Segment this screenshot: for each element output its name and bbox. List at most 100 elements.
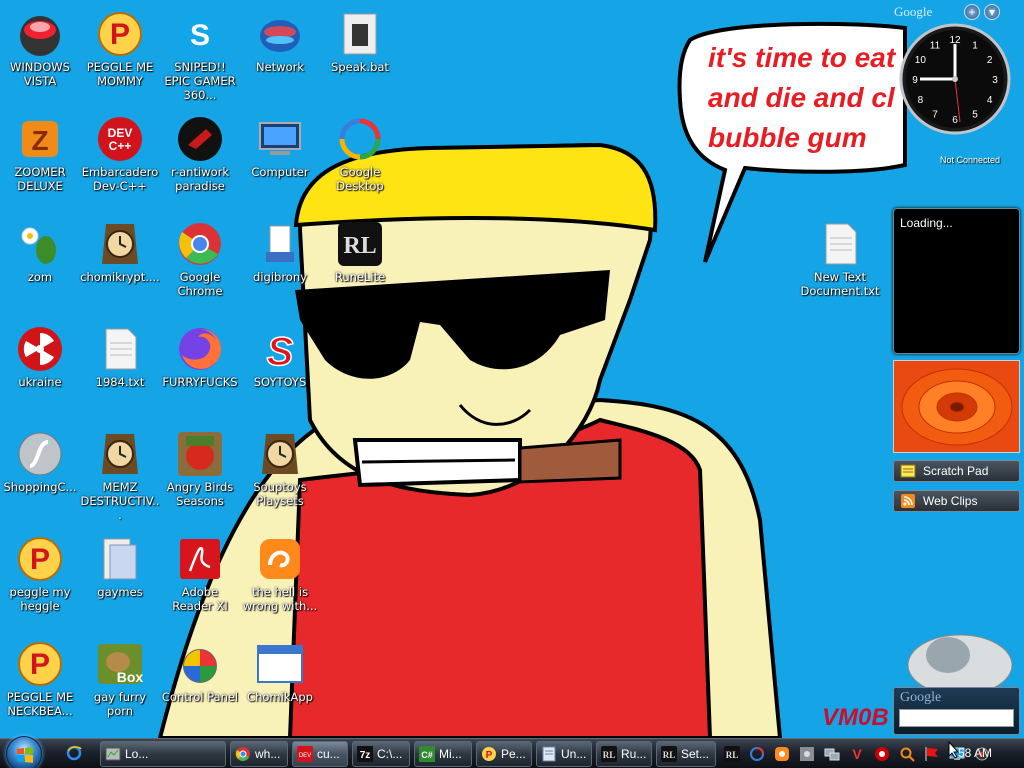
desktop-icon-new-text-document[interactable]: New Text Document.txt bbox=[800, 220, 880, 298]
desktop-icon-label: Speak.bat bbox=[331, 60, 389, 74]
svg-text:7z: 7z bbox=[360, 750, 371, 761]
taskbar-button[interactable]: RL Set... bbox=[656, 741, 716, 767]
desktop-icon-speak-bat[interactable]: Speak.bat bbox=[320, 10, 400, 74]
batch-file-icon bbox=[343, 13, 377, 55]
desktop-icon-label: WINDOWS VISTA bbox=[10, 60, 70, 88]
desktop-icon-computer[interactable]: Computer bbox=[240, 115, 320, 179]
taskbar-button[interactable]: C# Mi... bbox=[414, 741, 472, 767]
desktop-icon-label: Google Desktop bbox=[336, 165, 384, 193]
taskbar-button[interactable]: Lo... bbox=[100, 741, 226, 767]
desktop-icon-zom[interactable]: zom bbox=[0, 220, 80, 284]
taskbar-button[interactable]: wh... bbox=[230, 741, 288, 767]
desktop-icon-soytoys[interactable]: S SOYTOYS bbox=[240, 325, 320, 389]
clock-gadget[interactable]: 12 1234567891011 bbox=[898, 22, 1012, 136]
desktop-icon-label: FURRYFUCKS bbox=[162, 375, 238, 389]
desktop-icon-furryfucks[interactable]: FURRYFUCKS bbox=[160, 325, 240, 389]
desktop-icon-the-hell[interactable]: the hell is wrong with... bbox=[240, 535, 320, 613]
loading-gadget[interactable]: Loading... bbox=[893, 208, 1020, 354]
desktop-icon-gaymes[interactable]: gaymes bbox=[80, 535, 160, 599]
peggle-icon: P bbox=[18, 537, 62, 581]
web-clips-gadget[interactable]: Web Clips bbox=[893, 490, 1020, 512]
google-search-input[interactable] bbox=[899, 709, 1014, 727]
watermark-text: VM0B bbox=[822, 704, 889, 731]
flower-photo bbox=[894, 361, 1019, 452]
desktop-icon-digibrony[interactable]: digibrony bbox=[240, 220, 320, 284]
desktop-icon-souptoys[interactable]: Souptoys Playsets bbox=[240, 430, 320, 508]
runelite-icon[interactable]: RL bbox=[724, 746, 740, 762]
control-panel-icon bbox=[183, 649, 217, 683]
settings-icon[interactable] bbox=[799, 746, 815, 762]
taskbar-button[interactable]: RL Ru... bbox=[596, 741, 652, 767]
slideshow-gadget[interactable] bbox=[893, 360, 1020, 453]
taskbar-button[interactable]: 7z C:\... bbox=[352, 741, 410, 767]
desktop-icon-gay-furry-porn[interactable]: Box gay furry porn bbox=[80, 640, 160, 718]
network-tray-icon[interactable] bbox=[824, 746, 840, 762]
desktop-icon-peggle-me-neckbeard[interactable]: P PEGGLE ME NECKBEA... bbox=[0, 640, 80, 718]
sidebar-topbar: Google + ▾ bbox=[894, 3, 1020, 21]
add-gadget-button[interactable]: + bbox=[964, 4, 980, 20]
svg-text:Z: Z bbox=[31, 125, 48, 156]
svg-text:P: P bbox=[30, 648, 50, 681]
desktop-icon-shoppingc[interactable]: ShoppingC... bbox=[0, 430, 80, 494]
desktop-icon-label: Google Chrome bbox=[177, 270, 223, 298]
devcpp-icon: DEV bbox=[297, 746, 313, 762]
text-file-icon bbox=[825, 223, 857, 265]
scratch-pad-gadget[interactable]: Scratch Pad bbox=[893, 460, 1020, 482]
desktop-icon-memz[interactable]: MEMZ DESTRUCTIV... bbox=[80, 430, 160, 522]
bittorrent-icon[interactable] bbox=[874, 746, 890, 762]
desktop-icon-adobe-reader[interactable]: Adobe Reader XI bbox=[160, 535, 240, 613]
speech-line-1: it's time to eat bbox=[708, 42, 896, 73]
taskbar-button-label: Mi... bbox=[439, 747, 462, 761]
peggle-icon: P bbox=[18, 642, 62, 686]
svg-text:S: S bbox=[190, 19, 210, 52]
desktop-icon-peggle-me-mommy[interactable]: P PEGGLE ME MOMMY bbox=[80, 10, 160, 88]
soytoys-icon: S bbox=[266, 329, 295, 373]
rss-icon bbox=[901, 494, 915, 508]
desktop-icon-windows-vista[interactable]: WINDOWS VISTA bbox=[0, 10, 80, 88]
clock-status-text: Not Connected bbox=[939, 155, 1001, 165]
clock-number: 8 bbox=[918, 95, 924, 106]
vista-orb-icon bbox=[20, 16, 60, 56]
clock-app-icon bbox=[102, 434, 138, 474]
uc-browser-icon[interactable] bbox=[774, 746, 790, 762]
desktop-icon-google-chrome[interactable]: Google Chrome bbox=[160, 220, 240, 298]
speech-line-2: and die and cl bbox=[708, 82, 895, 113]
svg-text:Box: Box bbox=[117, 669, 144, 685]
desktop-icon-zoomer-deluxe[interactable]: Z ZOOMER DELUXE bbox=[0, 115, 80, 193]
desktop-icon-chomikrypt[interactable]: chomikrypt.... bbox=[80, 220, 160, 284]
desktop-icon-peggle-my-heggle[interactable]: Ppeggle my heggle bbox=[0, 535, 80, 613]
desktop-icon-label: Adobe Reader XI bbox=[172, 585, 228, 613]
desktop-icon-label: MEMZ DESTRUCTIV... bbox=[80, 480, 160, 522]
desktop-icon-control-panel[interactable]: Control Panel bbox=[160, 640, 240, 704]
vivaldi-icon[interactable]: V bbox=[849, 746, 865, 762]
runelite-icon: RL bbox=[601, 746, 617, 762]
search-tray-icon[interactable] bbox=[899, 746, 915, 762]
desktop-icon-google-desktop[interactable]: Google Desktop bbox=[320, 115, 400, 193]
taskbar-button[interactable]: Un... bbox=[536, 741, 592, 767]
desktop-icon-network[interactable]: Network bbox=[240, 10, 320, 74]
taskmgr-icon bbox=[105, 746, 121, 762]
google-logo: Google bbox=[894, 4, 933, 19]
firefox-icon bbox=[179, 328, 222, 370]
desktop-icon-chomikapp[interactable]: ChomikApp bbox=[240, 640, 320, 704]
desktop-icon-runelite[interactable]: RL RuneLite bbox=[320, 220, 400, 284]
taskbar-clock[interactable]: 58 AM bbox=[958, 746, 992, 760]
desktop-icon-angry-birds[interactable]: Angry Birds Seasons bbox=[160, 430, 240, 508]
taskbar-button[interactable]: DEV cu... bbox=[292, 741, 348, 767]
desktop-icon-1984-txt[interactable]: 1984.txt bbox=[80, 325, 160, 389]
desktop-icon-ukraine[interactable]: ukraine bbox=[0, 325, 80, 389]
7zip-icon: 7z bbox=[357, 746, 373, 762]
taskbar-button[interactable]: P Pe... bbox=[476, 741, 532, 767]
start-button[interactable] bbox=[6, 736, 42, 768]
internet-explorer-icon[interactable] bbox=[66, 745, 84, 763]
google-desktop-icon[interactable] bbox=[749, 746, 765, 762]
taskbar-button-label: Set... bbox=[681, 747, 710, 761]
desktop-icon-r-antiwork[interactable]: r-antiwork paradise bbox=[160, 115, 240, 193]
loading-text: Loading... bbox=[900, 216, 953, 230]
sidebar-menu-button[interactable]: ▾ bbox=[984, 4, 1000, 20]
clock-number: 5 bbox=[972, 110, 978, 121]
desktop-icon-sniped[interactable]: S SNIPED!! EPIC GAMER 360... bbox=[160, 10, 240, 102]
desktop-icon-embarcadero[interactable]: DEV C++ Embarcadero Dev-C++ bbox=[80, 115, 160, 193]
desktop-icon-label: 1984.txt bbox=[95, 375, 145, 389]
flag-icon[interactable] bbox=[924, 746, 940, 762]
